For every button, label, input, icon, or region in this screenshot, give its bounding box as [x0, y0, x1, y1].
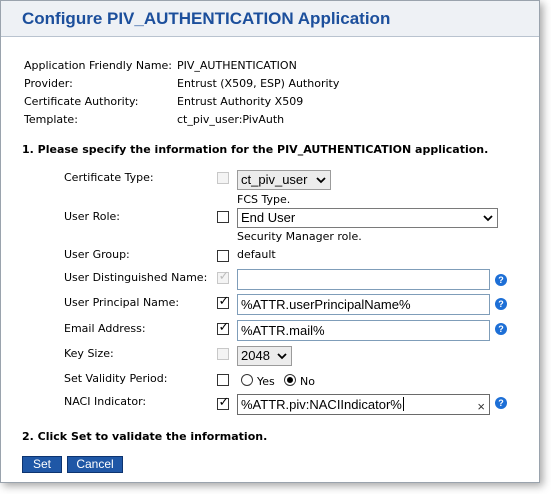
- key-size-selected: 2048: [241, 348, 270, 363]
- email-address-value: %ATTR.mail%: [241, 323, 325, 338]
- info-label-certificate-authority: Certificate Authority:: [24, 95, 139, 108]
- key-size-label: Key Size:: [64, 347, 114, 360]
- user-principal-name-input[interactable]: %ATTR.userPrincipalName%: [237, 294, 490, 315]
- key-size-checkbox: [217, 348, 229, 360]
- user-principal-name-label: User Principal Name:: [64, 296, 180, 309]
- key-size-select: 2048: [237, 346, 292, 366]
- page-title: Configure PIV_AUTHENTICATION Application: [22, 9, 391, 28]
- cancel-button[interactable]: Cancel: [67, 456, 123, 473]
- help-icon[interactable]: ?: [495, 298, 507, 310]
- email-address-label: Email Address:: [64, 322, 146, 335]
- help-icon[interactable]: ?: [495, 397, 507, 409]
- check-icon: ✓: [218, 395, 230, 410]
- title-bar: Configure PIV_AUTHENTICATION Application: [1, 1, 539, 37]
- text-caret: [402, 397, 404, 411]
- chevron-down-icon: [316, 177, 326, 184]
- certificate-type-checkbox: [217, 172, 229, 184]
- validity-no-radio[interactable]: [284, 374, 296, 386]
- check-icon: ✓: [218, 269, 230, 284]
- chevron-down-icon: [483, 215, 493, 222]
- check-icon: ✓: [218, 320, 230, 335]
- naci-indicator-checkbox[interactable]: ✓: [217, 395, 230, 410]
- info-label-friendly-name: Application Friendly Name:: [24, 59, 173, 72]
- info-value-certificate-authority: Entrust Authority X509: [177, 95, 304, 108]
- user-role-select[interactable]: End User: [237, 208, 498, 228]
- user-group-value: default: [237, 248, 276, 261]
- info-value-provider: Entrust (X509, ESP) Authority: [177, 77, 340, 90]
- info-value-template: ct_piv_user:PivAuth: [177, 113, 285, 126]
- certificate-type-label: Certificate Type:: [64, 171, 154, 184]
- naci-indicator-value: %ATTR.piv:NACIIndicator%: [241, 397, 402, 412]
- validity-yes-label: Yes: [257, 375, 275, 388]
- set-button[interactable]: Set: [22, 456, 62, 473]
- naci-indicator-input[interactable]: %ATTR.piv:NACIIndicator% ×: [237, 394, 490, 415]
- set-validity-period-checkbox[interactable]: [217, 374, 229, 386]
- certificate-type-hint: FCS Type.: [237, 193, 291, 206]
- validity-yes-radio[interactable]: [241, 374, 253, 386]
- user-role-hint: Security Manager role.: [237, 230, 362, 243]
- user-group-label: User Group:: [64, 248, 130, 261]
- email-address-input[interactable]: %ATTR.mail%: [237, 320, 490, 341]
- user-dn-checkbox: ✓: [217, 269, 230, 284]
- chevron-down-icon: [277, 353, 287, 360]
- help-icon[interactable]: ?: [495, 323, 507, 335]
- user-principal-name-checkbox[interactable]: ✓: [217, 294, 230, 309]
- user-role-label: User Role:: [64, 210, 120, 223]
- section-1-heading: 1. Please specify the information for th…: [22, 143, 489, 156]
- info-label-provider: Provider:: [24, 77, 73, 90]
- user-role-checkbox[interactable]: [217, 211, 229, 223]
- validity-no-label: No: [300, 375, 315, 388]
- section-2-heading: 2. Click Set to validate the information…: [22, 430, 268, 443]
- certificate-type-select: ct_piv_user: [237, 170, 331, 190]
- email-address-checkbox[interactable]: ✓: [217, 320, 230, 335]
- check-icon: ✓: [218, 294, 230, 309]
- info-value-friendly-name: PIV_AUTHENTICATION: [177, 59, 297, 72]
- user-dn-label: User Distinguished Name:: [64, 271, 208, 284]
- user-principal-name-value: %ATTR.userPrincipalName%: [241, 297, 411, 312]
- certificate-type-selected: ct_piv_user: [241, 172, 308, 187]
- help-icon[interactable]: ?: [495, 274, 507, 286]
- user-role-selected: End User: [241, 210, 296, 225]
- radio-selected-dot: [287, 377, 293, 383]
- clear-icon[interactable]: ×: [477, 397, 485, 416]
- user-group-checkbox[interactable]: [217, 250, 229, 262]
- dialog-frame: Configure PIV_AUTHENTICATION Application…: [0, 0, 540, 483]
- set-validity-period-label: Set Validity Period:: [64, 372, 168, 385]
- naci-indicator-label: NACI Indicator:: [64, 395, 147, 408]
- user-dn-input[interactable]: [237, 269, 490, 290]
- info-label-template: Template:: [24, 113, 78, 126]
